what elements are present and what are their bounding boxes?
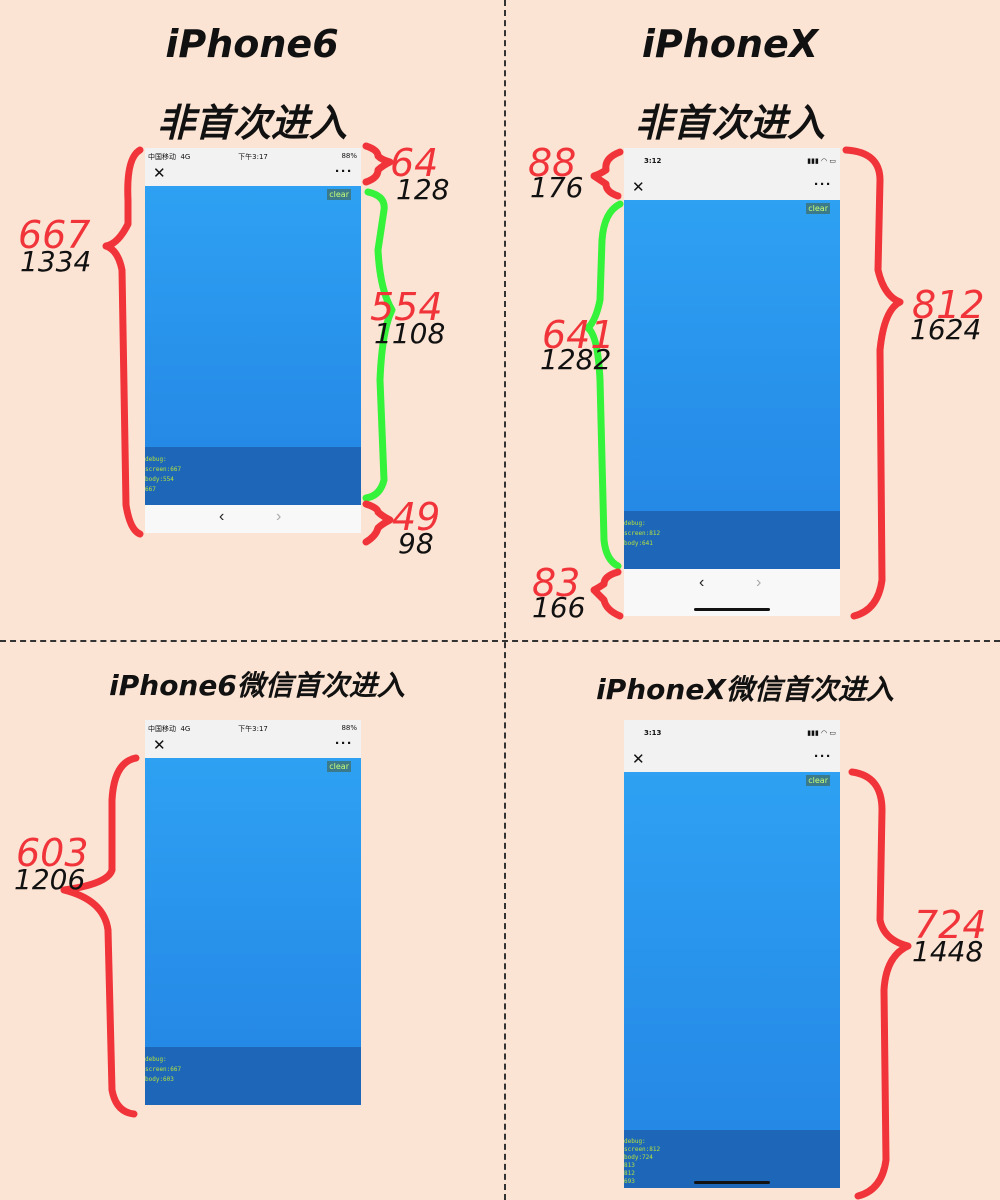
brace-tl-bottom [362, 500, 394, 546]
tl-body-px: 1108 [374, 317, 446, 350]
tr-bottom-px: 166 [532, 591, 586, 624]
brace-tl-total [102, 146, 144, 538]
tr-total-px: 1624 [910, 313, 982, 346]
br-body-px: 1448 [912, 935, 984, 968]
tr-body-px: 1282 [540, 343, 612, 376]
brace-tr-total [842, 146, 904, 620]
brace-tr-top [590, 148, 624, 200]
brace-tr-bottom [590, 568, 624, 620]
tr-top-px: 176 [530, 171, 584, 204]
bl-body-px: 1206 [14, 863, 86, 896]
brace-bl-body [60, 754, 140, 1118]
brace-br-body [848, 768, 912, 1200]
tl-total-px: 1334 [20, 245, 92, 278]
brace-tl-top [362, 142, 394, 186]
annotation-braces [60, 142, 912, 1200]
tl-top-px: 128 [396, 173, 450, 206]
brace-tr-body [584, 200, 624, 570]
tl-bottom-px: 98 [398, 527, 434, 560]
